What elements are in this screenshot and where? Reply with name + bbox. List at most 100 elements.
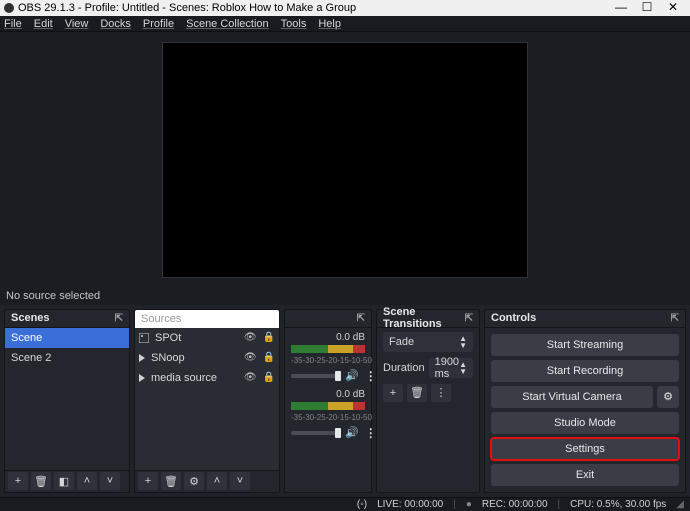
mixer-channel: 0.0 dB -35-30-25-20-15-10-50 🔊 ⋮ — [291, 332, 365, 383]
settings-button[interactable]: Settings — [491, 438, 679, 460]
scene-item-label: Scene — [11, 332, 42, 344]
transitions-panel: Scene Transitions ⇱ Fade ▲▼ Duration 190… — [376, 309, 480, 493]
chevron-updown-icon: ▲▼ — [459, 361, 467, 375]
sources-search-placeholder: Sources — [141, 313, 181, 325]
menu-edit[interactable]: Edit — [34, 18, 53, 30]
menu-docks[interactable]: Docks — [100, 18, 131, 30]
source-list[interactable]: SPOt 👁 🔒 SNoop 👁 🔒 media source 👁 🔒 — [135, 328, 279, 470]
speaker-icon[interactable]: 🔊 — [345, 426, 359, 439]
speaker-icon[interactable]: 🔊 — [345, 369, 359, 382]
gear-icon: ⚙ — [663, 390, 673, 403]
scenes-footer: + 🗑 ◧ ˄ ˅ — [5, 470, 129, 492]
visibility-icon[interactable]: 👁 — [244, 352, 257, 363]
rec-indicator-icon: ● — [466, 499, 472, 510]
channel-options-button[interactable]: ⋮ — [365, 369, 377, 383]
live-status: LIVE: 00:00:00 — [377, 499, 443, 510]
visibility-icon[interactable]: 👁 — [244, 332, 257, 343]
move-scene-down-button[interactable]: ˅ — [100, 472, 120, 490]
menu-file[interactable]: File — [4, 18, 22, 30]
start-virtual-camera-button[interactable]: Start Virtual Camera — [491, 386, 653, 408]
lock-icon[interactable]: 🔒 — [263, 372, 275, 383]
exit-button[interactable]: Exit — [491, 464, 679, 486]
move-source-up-button[interactable]: ˄ — [207, 472, 227, 490]
meter-ticks: -35-30-25-20-15-10-50 — [291, 356, 365, 365]
popout-icon[interactable]: ⇱ — [115, 313, 123, 324]
source-item-label: SNoop — [151, 352, 238, 364]
menu-view[interactable]: View — [65, 18, 89, 30]
preview-area[interactable] — [0, 32, 690, 287]
chevron-updown-icon: ▲▼ — [459, 335, 467, 349]
source-item-label: SPOt — [155, 332, 238, 344]
sources-search[interactable]: Sources — [135, 310, 279, 328]
source-properties-button[interactable]: ⚙ — [184, 472, 204, 490]
remove-transition-button[interactable]: 🗑 — [407, 384, 427, 402]
start-recording-button[interactable]: Start Recording — [491, 360, 679, 382]
scene-item[interactable]: Scene 2 — [5, 348, 129, 368]
window-title: OBS 29.1.3 - Profile: Untitled - Scenes:… — [18, 2, 356, 14]
move-source-down-button[interactable]: ˅ — [230, 472, 250, 490]
move-scene-up-button[interactable]: ˄ — [77, 472, 97, 490]
menu-tools[interactable]: Tools — [281, 18, 307, 30]
sources-footer: + 🗑 ⚙ ˄ ˅ — [135, 470, 279, 492]
source-item[interactable]: SNoop 👁 🔒 — [135, 348, 279, 368]
transitions-header: Scene Transitions ⇱ — [377, 310, 479, 328]
scenes-panel: Scenes ⇱ Scene Scene 2 + 🗑 ◧ ˄ ˅ — [4, 309, 130, 493]
volume-slider[interactable] — [291, 431, 339, 435]
controls-header: Controls ⇱ — [485, 310, 685, 328]
source-item-label: media source — [151, 372, 238, 384]
scene-filter-button[interactable]: ◧ — [54, 472, 74, 490]
controls-panel: Controls ⇱ Start Streaming Start Recordi… — [484, 309, 686, 493]
meter-ticks: -35-30-25-20-15-10-50 — [291, 413, 365, 422]
duration-input[interactable]: 1900 ms ▲▼ — [429, 358, 473, 378]
minimize-button[interactable]: — — [608, 0, 634, 16]
add-source-button[interactable]: + — [138, 472, 158, 490]
scene-item[interactable]: Scene — [5, 328, 129, 348]
popout-icon[interactable]: ⇱ — [357, 313, 365, 324]
channel-options-button[interactable]: ⋮ — [365, 426, 377, 440]
source-item[interactable]: media source 👁 🔒 — [135, 368, 279, 388]
app-icon — [4, 3, 14, 13]
status-bar: (◦) LIVE: 00:00:00 | ● REC: 00:00:00 | C… — [0, 497, 690, 511]
menu-bar: File Edit View Docks Profile Scene Colle… — [0, 16, 690, 32]
popout-icon[interactable]: ⇱ — [671, 313, 679, 324]
lock-icon[interactable]: 🔒 — [263, 332, 275, 343]
scenes-header: Scenes ⇱ — [5, 310, 129, 328]
transition-properties-button[interactable]: ⋮ — [431, 384, 451, 402]
docks-row: Scenes ⇱ Scene Scene 2 + 🗑 ◧ ˄ ˅ Sources… — [0, 305, 690, 497]
lock-icon[interactable]: 🔒 — [263, 352, 275, 363]
add-scene-button[interactable]: + — [8, 472, 28, 490]
transition-select[interactable]: Fade ▲▼ — [383, 332, 473, 352]
scenes-title: Scenes — [11, 312, 50, 324]
rec-status: REC: 00:00:00 — [482, 499, 548, 510]
menu-help[interactable]: Help — [318, 18, 341, 30]
duration-label: Duration — [383, 362, 425, 374]
maximize-button[interactable]: ☐ — [634, 0, 660, 16]
cpu-status: CPU: 0.5%, 30.00 fps — [570, 499, 666, 510]
controls-title: Controls — [491, 312, 536, 324]
menu-scene-collection[interactable]: Scene Collection — [186, 18, 269, 30]
scene-list[interactable]: Scene Scene 2 — [5, 328, 129, 470]
visibility-icon[interactable]: 👁 — [244, 372, 257, 383]
duration-value: 1900 ms — [435, 356, 460, 380]
selection-status-text: No source selected — [6, 290, 100, 302]
start-streaming-button[interactable]: Start Streaming — [491, 334, 679, 356]
volume-slider[interactable] — [291, 374, 339, 378]
transition-select-value: Fade — [389, 336, 414, 348]
virtual-camera-settings-button[interactable]: ⚙ — [657, 386, 679, 408]
audio-mixer-panel: ⇱ 0.0 dB -35-30-25-20-15-10-50 🔊 ⋮ 0.0 d… — [284, 309, 372, 493]
mixer-header: ⇱ — [285, 310, 371, 328]
preview-canvas[interactable] — [162, 42, 528, 278]
media-icon — [139, 374, 145, 382]
resize-grip-icon[interactable]: ◢ — [676, 499, 684, 510]
source-item[interactable]: SPOt 👁 🔒 — [135, 328, 279, 348]
mixer-channel: 0.0 dB -35-30-25-20-15-10-50 🔊 ⋮ — [291, 389, 365, 440]
close-button[interactable]: ✕ — [660, 0, 686, 16]
media-icon — [139, 354, 145, 362]
remove-source-button[interactable]: 🗑 — [161, 472, 181, 490]
add-transition-button[interactable]: + — [383, 384, 403, 402]
menu-profile[interactable]: Profile — [143, 18, 174, 30]
remove-scene-button[interactable]: 🗑 — [31, 472, 51, 490]
window-titlebar: OBS 29.1.3 - Profile: Untitled - Scenes:… — [0, 0, 690, 16]
studio-mode-button[interactable]: Studio Mode — [491, 412, 679, 434]
popout-icon[interactable]: ⇱ — [465, 313, 473, 324]
